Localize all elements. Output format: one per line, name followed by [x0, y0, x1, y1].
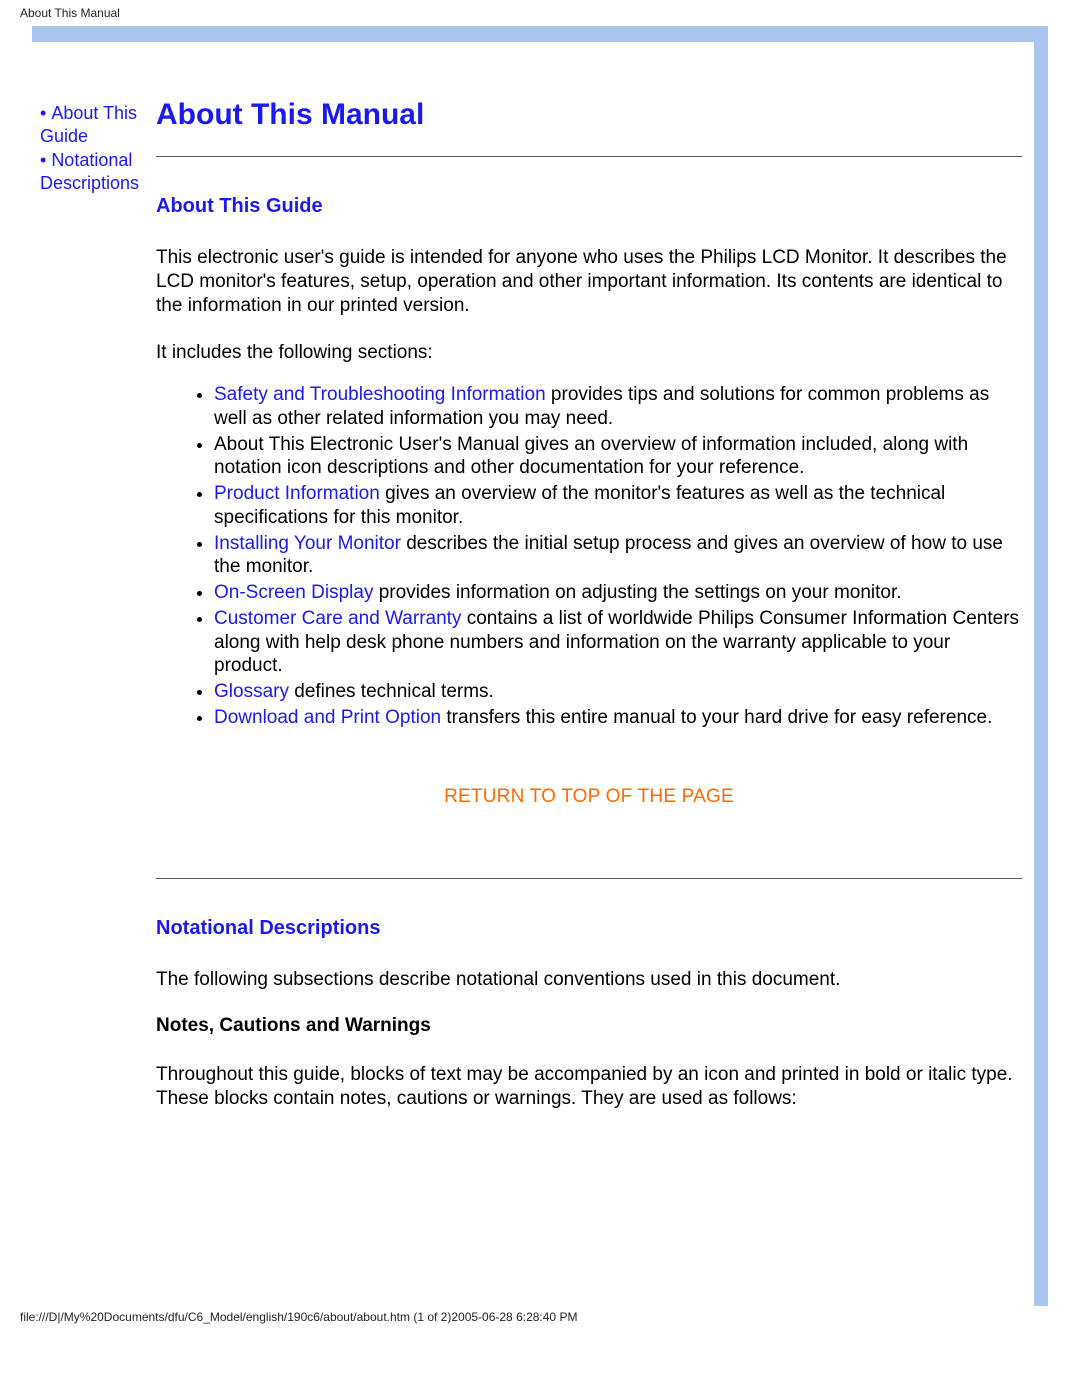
- notational-intro: The following subsections describe notat…: [156, 968, 1022, 992]
- list-text: About This Electronic User's Manual give…: [214, 434, 968, 479]
- section-heading-notational: Notational Descriptions: [156, 917, 1022, 940]
- sidebar-nav: • About This Guide • Notational Descript…: [32, 42, 156, 196]
- link-safety[interactable]: Safety and Troubleshooting Information: [214, 384, 546, 405]
- divider: [156, 878, 1022, 879]
- list-text: defines technical terms.: [289, 681, 494, 702]
- nav-link-about-guide[interactable]: About This Guide: [40, 103, 137, 146]
- list-text: provides information on adjusting the se…: [373, 582, 901, 603]
- intro-paragraph: This electronic user's guide is intended…: [156, 246, 1022, 317]
- sidebar-item-about-guide[interactable]: • About This Guide: [40, 102, 156, 149]
- link-product[interactable]: Product Information: [214, 483, 380, 504]
- document-header-title: About This Manual: [0, 0, 1080, 26]
- list-item: Product Information gives an overview of…: [214, 482, 1022, 530]
- return-to-top-link[interactable]: RETURN TO TOP OF THE PAGE: [444, 786, 734, 807]
- list-item: Glossary defines technical terms.: [214, 680, 1022, 704]
- main-content: About This Manual About This Guide This …: [156, 42, 1034, 1135]
- notes-paragraph: Throughout this guide, blocks of text ma…: [156, 1063, 1022, 1111]
- sidebar-item-notational[interactable]: • Notational Descriptions: [40, 149, 156, 196]
- list-item: Installing Your Monitor describes the in…: [214, 532, 1022, 580]
- section-heading-about-guide: About This Guide: [156, 195, 1022, 218]
- list-item: About This Electronic User's Manual give…: [214, 433, 1022, 481]
- list-item: Customer Care and Warranty contains a li…: [214, 607, 1022, 678]
- divider: [156, 156, 1022, 157]
- document-frame: • About This Guide • Notational Descript…: [32, 26, 1048, 1306]
- page-title: About This Manual: [156, 98, 1022, 132]
- link-care[interactable]: Customer Care and Warranty: [214, 608, 461, 629]
- list-item: On-Screen Display provides information o…: [214, 581, 1022, 605]
- nav-link-notational[interactable]: Notational Descriptions: [40, 150, 139, 193]
- bullet-icon: •: [40, 150, 51, 170]
- includes-label: It includes the following sections:: [156, 341, 1022, 365]
- bullet-icon: •: [40, 103, 51, 123]
- link-download[interactable]: Download and Print Option: [214, 707, 441, 728]
- list-item: Safety and Troubleshooting Information p…: [214, 383, 1022, 431]
- subsection-heading-notes: Notes, Cautions and Warnings: [156, 1015, 1022, 1037]
- return-to-top: RETURN TO TOP OF THE PAGE: [156, 786, 1022, 808]
- list-item: Download and Print Option transfers this…: [214, 706, 1022, 730]
- sections-list: Safety and Troubleshooting Information p…: [156, 383, 1022, 730]
- link-osd[interactable]: On-Screen Display: [214, 582, 373, 603]
- link-glossary[interactable]: Glossary: [214, 681, 289, 702]
- link-install[interactable]: Installing Your Monitor: [214, 533, 401, 554]
- list-text: transfers this entire manual to your har…: [441, 707, 992, 728]
- footer-path: file:///D|/My%20Documents/dfu/C6_Model/e…: [0, 1306, 1080, 1334]
